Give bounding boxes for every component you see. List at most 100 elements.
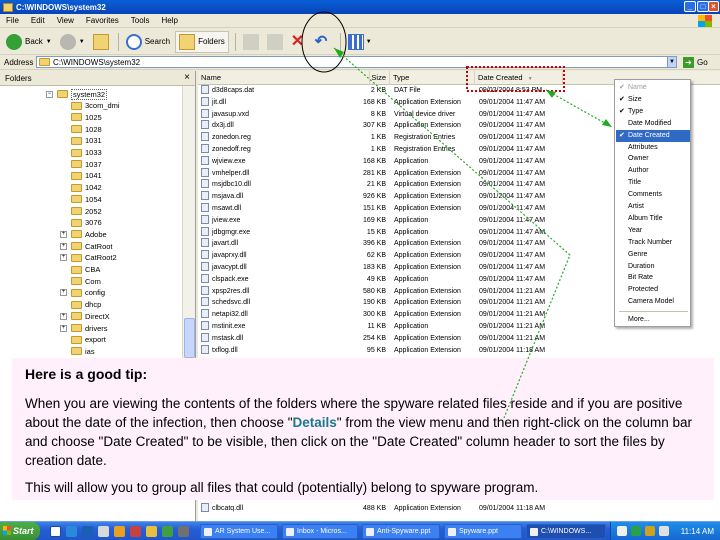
menu-item-genre[interactable]: Genre [616, 249, 690, 261]
column-type[interactable]: Type [390, 71, 475, 85]
address-dropdown-button[interactable]: ▼ [667, 56, 677, 68]
tree-item[interactable]: + config [60, 287, 105, 299]
folders-button[interactable]: Folders [175, 30, 229, 53]
app-icon[interactable] [178, 526, 189, 537]
menu-item-attributes[interactable]: Attributes [616, 142, 690, 154]
expand-icon[interactable]: + [60, 312, 67, 320]
menu-item-size[interactable]: ✔ Size [616, 94, 690, 106]
file-row[interactable]: netapi32.dll 300 KB Application Extension 0… [198, 309, 618, 321]
file-row[interactable]: schedsvc.dll 190 KB Application Extension 0… [198, 297, 618, 309]
task-inbox[interactable]: Inbox - Micros... [282, 524, 358, 539]
file-row[interactable]: javaprxy.dll 62 KB Application Extension 09… [198, 250, 618, 262]
copy-to-button[interactable] [264, 31, 286, 53]
up-folder-button[interactable] [90, 31, 112, 53]
word-icon[interactable] [82, 526, 93, 537]
address-input[interactable]: C:\WINDOWS\system32 [36, 56, 676, 68]
show-desktop-icon[interactable] [50, 526, 61, 537]
tree-item[interactable]: 1042 [60, 182, 102, 194]
tool-icon[interactable] [130, 526, 141, 537]
tree-item[interactable]: 1028 [60, 123, 102, 135]
file-row[interactable]: jview.exe 169 KB Application 09/01/2004 11:… [198, 214, 618, 227]
file-row[interactable]: msjava.dll 926 KB Application Extension 09/… [198, 191, 618, 203]
tree-item[interactable]: ias [60, 345, 95, 357]
menu-item-author[interactable]: Author [616, 165, 690, 177]
expand-icon[interactable]: + [60, 230, 67, 238]
task-windows-explorer[interactable]: C:\WINDOWS... [526, 524, 606, 539]
file-row[interactable]: d3d8caps.dat 2 KB DAT File 09/02/2004 8:53 … [198, 85, 618, 97]
tree-item[interactable]: + drivers [60, 322, 108, 334]
volume-icon[interactable] [659, 526, 669, 536]
tree-item[interactable]: 1031 [60, 135, 102, 147]
expand-icon[interactable]: + [60, 324, 67, 332]
file-row[interactable]: dx3j.dll 307 KB Application Extension 09/01… [198, 120, 618, 132]
task-spyware[interactable]: Spyware.ppt [444, 524, 522, 539]
tree-item[interactable]: 1054 [60, 193, 102, 205]
column-name[interactable]: Name [198, 71, 370, 85]
menu-item-more[interactable]: More... [616, 314, 690, 326]
tree-item[interactable]: + DirectX [60, 310, 110, 322]
mail-icon[interactable] [617, 526, 627, 536]
app-icon[interactable] [162, 526, 173, 537]
menu-file[interactable]: File [6, 16, 19, 25]
tree-item[interactable]: + Adobe [60, 228, 107, 240]
chevron-down-icon[interactable]: ▼ [366, 39, 372, 45]
tree-item[interactable]: export [60, 334, 106, 346]
back-button[interactable]: Back ▼ [3, 31, 55, 53]
tree-item[interactable]: Com [60, 275, 101, 287]
menu-item-type[interactable]: ✔ Type [616, 106, 690, 118]
tree-scrollbar-thumb[interactable] [184, 318, 195, 358]
expand-icon[interactable]: + [60, 242, 67, 250]
menu-item-duration[interactable]: Duration [616, 261, 690, 273]
go-button[interactable]: ➔ Go [683, 56, 708, 68]
tree-item[interactable]: 3076 [60, 217, 102, 229]
forward-button[interactable]: ▼ [57, 31, 88, 53]
menu-item-title[interactable]: Title [616, 177, 690, 189]
move-to-button[interactable] [240, 31, 262, 53]
file-row[interactable]: zonedoff.reg 1 KB Registration Entries 09/0… [198, 144, 618, 156]
collapse-icon[interactable]: − [46, 90, 53, 98]
menu-item-track-number[interactable]: Track Number [616, 237, 690, 249]
media-icon[interactable] [114, 526, 125, 537]
app-icon[interactable] [98, 526, 109, 537]
chevron-down-icon[interactable]: ▼ [46, 39, 52, 45]
file-row[interactable]: txflog.dll 95 KB Application Extension 09/0… [198, 344, 618, 357]
file-row[interactable]: zonedon.reg 1 KB Registration Entries 09/01… [198, 132, 618, 144]
tree-item[interactable]: + CatRoot2 [60, 252, 117, 264]
tree-item[interactable]: 3com_dmi [60, 100, 120, 112]
browser-icon[interactable] [66, 526, 77, 537]
file-row[interactable]: clbcatq.dll 488 KB Application Extension 09… [198, 503, 618, 515]
menu-item-year[interactable]: Year [616, 225, 690, 237]
expand-icon[interactable]: + [60, 289, 67, 297]
file-row[interactable]: msjdbc10.dll 21 KB Application Extension 09… [198, 179, 618, 191]
file-row[interactable]: javacypt.dll 183 KB Application Extension 0… [198, 262, 618, 274]
file-row[interactable]: xpsp2res.dll 580 KB Application Extension 0… [198, 285, 618, 298]
column-date-created[interactable]: Date Created ▼ [475, 71, 563, 85]
file-row[interactable]: msawt.dll 151 KB Application Extension 09/0… [198, 203, 618, 215]
column-size[interactable]: Size [370, 71, 390, 85]
minimize-button[interactable]: _ [684, 1, 696, 12]
shield-icon[interactable] [631, 526, 641, 536]
file-row[interactable]: vmhelper.dll 281 KB Application Extension 0… [198, 167, 618, 180]
tree-item[interactable]: 1037 [60, 158, 102, 170]
tree-item[interactable]: − system32 [46, 88, 108, 100]
menu-item-album-title[interactable]: Album Title [616, 213, 690, 225]
tree-item[interactable]: + CatRoot [60, 240, 113, 252]
menu-item-bit-rate[interactable]: Bit Rate [616, 272, 690, 284]
tree-scrollbar[interactable] [182, 86, 195, 366]
tree-item[interactable]: 1033 [60, 147, 102, 159]
file-row[interactable]: wjview.exe 168 KB Application 09/01/2004 11… [198, 155, 618, 168]
expand-icon[interactable]: + [60, 254, 67, 262]
file-row[interactable]: javart.dll 396 KB Application Extension 09/… [198, 238, 618, 250]
undo-button[interactable]: ↶ [312, 31, 334, 53]
tree-item[interactable]: 1025 [60, 111, 102, 123]
file-row[interactable]: jdbgmgr.exe 15 KB Application 09/01/2004 11… [198, 226, 618, 239]
close-button[interactable]: × [708, 1, 719, 12]
menu-tools[interactable]: Tools [131, 16, 150, 25]
explorer-icon[interactable] [146, 526, 157, 537]
menu-help[interactable]: Help [161, 16, 177, 25]
file-row[interactable]: mstask.dll 254 KB Application Extension 09/… [198, 332, 618, 345]
delete-button[interactable]: ✕ [288, 31, 310, 53]
menu-item-protected[interactable]: Protected [616, 284, 690, 296]
tree-item[interactable]: 1041 [60, 170, 102, 182]
menu-item-artist[interactable]: Artist [616, 201, 690, 213]
